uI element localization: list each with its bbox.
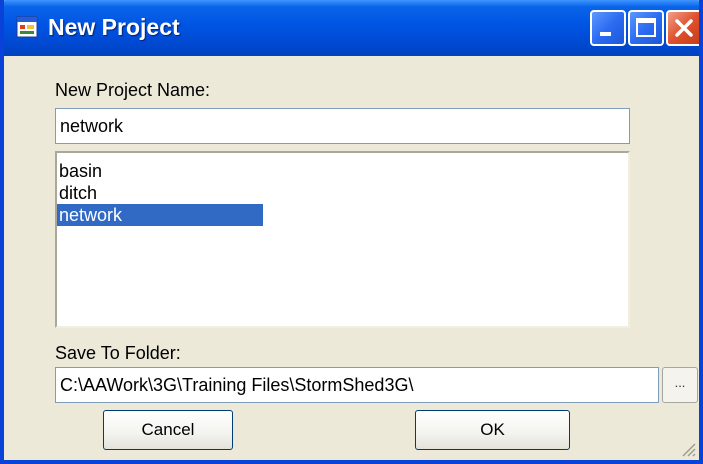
window-title: New Project: [48, 14, 180, 40]
project-list-item-basin[interactable]: basin: [57, 160, 263, 182]
ok-button[interactable]: OK: [415, 410, 570, 450]
close-icon: [675, 19, 693, 37]
project-list-item-ditch[interactable]: ditch: [57, 182, 263, 204]
title-bar[interactable]: New Project: [4, 0, 699, 56]
maximize-icon: [636, 18, 656, 37]
app-window-icon: [16, 16, 38, 38]
minimize-button[interactable]: [590, 10, 626, 46]
project-name-input[interactable]: [55, 108, 630, 144]
project-list[interactable]: basin ditch network: [55, 151, 630, 328]
project-name-label: New Project Name:: [55, 80, 211, 100]
close-button[interactable]: [666, 10, 699, 46]
save-folder-label: Save To Folder:: [55, 343, 181, 363]
browse-folder-button[interactable]: ...: [662, 367, 698, 403]
minimize-icon: [600, 32, 611, 36]
maximize-button[interactable]: [628, 10, 664, 46]
project-list-item-network[interactable]: network: [57, 204, 263, 226]
cancel-button[interactable]: Cancel: [103, 410, 233, 450]
resize-grip-icon[interactable]: [679, 440, 697, 458]
save-folder-input[interactable]: C:\AAWork\3G\Training Files\StormShed3G\: [55, 367, 659, 403]
new-project-dialog: New Project New Project Name: basin ditc…: [0, 0, 703, 464]
